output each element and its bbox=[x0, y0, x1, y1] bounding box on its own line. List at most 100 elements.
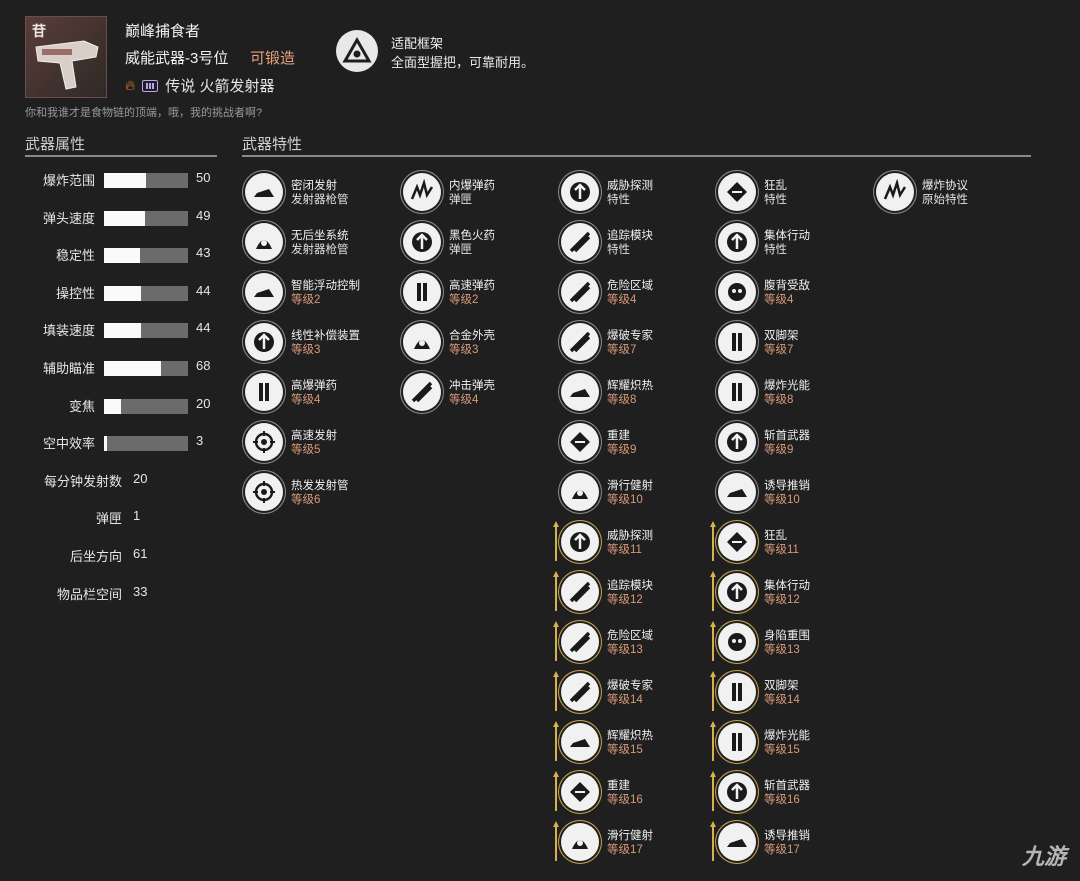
perk-item[interactable]: 爆炸光能 等级8 bbox=[718, 373, 868, 417]
perk-level: 等级10 bbox=[607, 494, 643, 506]
weapon-header: 苷 巅峰捕食者 威能武器-3号位 可锻造 🔥︎ 传说 火箭发射器 bbox=[25, 16, 625, 116]
perk-level: 等级12 bbox=[764, 594, 800, 606]
stat-row: 稳定性 43 bbox=[0, 245, 240, 265]
stats-section-title: 武器属性 bbox=[25, 136, 86, 153]
smart-drift-icon bbox=[245, 273, 283, 311]
perk-item[interactable]: 合金外壳 等级3 bbox=[403, 323, 553, 367]
perk-item[interactable]: 集体行动 等级12 bbox=[710, 571, 868, 617]
stat-bar-fill bbox=[104, 285, 141, 301]
enhanced-arrow-icon bbox=[553, 671, 559, 711]
incandescent-icon bbox=[561, 373, 599, 411]
stat-label: 弹匣 bbox=[95, 511, 122, 527]
perk-item[interactable]: 无后坐系统 发射器枪管 bbox=[245, 223, 395, 267]
stat-bar bbox=[104, 285, 188, 301]
perk-item[interactable]: 智能浮动控制 等级2 bbox=[245, 273, 395, 317]
perk-item[interactable]: 追踪模块 等级12 bbox=[553, 571, 711, 617]
stat-value: 44 bbox=[196, 320, 211, 336]
slideshot-icon bbox=[561, 473, 599, 511]
enhanced-arrow-icon bbox=[553, 621, 559, 661]
perk-item[interactable]: 狂乱 等级11 bbox=[710, 521, 868, 567]
rocket-launcher-icon bbox=[35, 40, 99, 90]
tracking-module-icon bbox=[561, 573, 599, 611]
stat-label: 空中效率 bbox=[42, 436, 95, 452]
perk-category: 特性 bbox=[764, 244, 787, 256]
perk-level: 等级4 bbox=[764, 294, 794, 306]
perk-item[interactable]: 高爆弹药 等级4 bbox=[245, 373, 395, 417]
perk-item[interactable]: 双脚架 等级7 bbox=[718, 323, 868, 367]
perk-item[interactable]: 滑行健射 等级10 bbox=[561, 473, 711, 517]
perk-category: 弹匣 bbox=[449, 194, 472, 206]
perk-item[interactable]: 爆破专家 等级7 bbox=[561, 323, 711, 367]
perk-level: 等级17 bbox=[607, 844, 643, 856]
perk-item[interactable]: 威胁探测 特性 bbox=[561, 173, 711, 217]
stat-row: 后坐方向 61 bbox=[0, 546, 240, 566]
frenzy-icon bbox=[718, 523, 756, 561]
perk-item[interactable]: 线性补偿装置 等级3 bbox=[245, 323, 395, 367]
perk-item[interactable]: 爆炸协议 原始特性 bbox=[876, 173, 1026, 217]
perk-item[interactable]: 辉耀炽热 等级8 bbox=[561, 373, 711, 417]
perk-item[interactable]: 爆炸光能 等级15 bbox=[710, 721, 868, 767]
perk-level: 等级5 bbox=[291, 444, 321, 456]
perk-item[interactable]: 集体行动 特性 bbox=[718, 223, 868, 267]
stat-value: 3 bbox=[196, 433, 204, 449]
perk-item[interactable]: 热发发射管 等级6 bbox=[245, 473, 395, 517]
hard-launch-icon bbox=[245, 473, 283, 511]
stat-value: 61 bbox=[133, 546, 148, 561]
perk-item[interactable]: 重建 等级9 bbox=[561, 423, 711, 467]
perk-item[interactable]: 辉耀炽热 等级15 bbox=[553, 721, 711, 767]
flame-icon: 🔥︎ bbox=[125, 77, 136, 93]
perk-category: 弹匣 bbox=[449, 244, 472, 256]
stat-label: 变焦 bbox=[68, 398, 95, 414]
explosive-light-icon bbox=[718, 723, 756, 761]
weapon-thumbnail[interactable]: 苷 bbox=[25, 16, 107, 98]
perk-item[interactable]: 双脚架 等级14 bbox=[710, 671, 868, 717]
perk-item[interactable]: 腹背受敌 等级4 bbox=[718, 273, 868, 317]
perk-item[interactable]: 重建 等级16 bbox=[553, 771, 711, 817]
weapon-name: 巅峰捕食者 bbox=[125, 23, 201, 40]
perk-level: 等级16 bbox=[764, 794, 800, 806]
high-explosive-icon bbox=[245, 373, 283, 411]
danger-zone-icon bbox=[561, 273, 599, 311]
surrounded-icon bbox=[718, 273, 756, 311]
weapon-slot-type: 威能武器-3号位 bbox=[125, 50, 229, 67]
perk-item[interactable]: 危险区域 等级4 bbox=[561, 273, 711, 317]
stat-label: 物品栏空间 bbox=[56, 586, 122, 602]
stat-value: 68 bbox=[196, 358, 211, 373]
sealed-launcher-icon bbox=[245, 173, 283, 211]
stat-row: 变焦 20 bbox=[0, 396, 240, 416]
enhanced-arrow-icon bbox=[553, 521, 559, 561]
stat-bar bbox=[104, 436, 188, 452]
perk-item[interactable]: 诱导推销 等级10 bbox=[718, 473, 868, 517]
stat-bar-fill bbox=[104, 398, 121, 414]
perk-item[interactable]: 高速弹药 等级2 bbox=[403, 273, 553, 317]
perk-item[interactable]: 追踪模块 特性 bbox=[561, 223, 711, 267]
perk-level: 等级4 bbox=[449, 394, 479, 406]
perk-item[interactable]: 斩首武器 等级16 bbox=[710, 771, 868, 817]
stat-value: 20 bbox=[133, 470, 148, 486]
perk-item[interactable]: 滑行健射 等级17 bbox=[553, 821, 711, 867]
perk-level: 等级6 bbox=[291, 494, 321, 506]
bait-and-switch-icon bbox=[718, 473, 756, 511]
perk-item[interactable]: 危险区域 等级13 bbox=[553, 621, 711, 667]
perk-item[interactable]: 密闭发射 发射器枪管 bbox=[245, 173, 395, 217]
perk-item[interactable]: 诱导推销 等级17 bbox=[710, 821, 868, 867]
perk-item[interactable]: 冲击弹壳 等级4 bbox=[403, 373, 553, 417]
perk-item[interactable]: 威胁探测 等级11 bbox=[553, 521, 711, 567]
stat-bar bbox=[104, 323, 188, 339]
executioner-icon bbox=[718, 423, 756, 461]
perk-level: 等级4 bbox=[291, 394, 321, 406]
perk-level: 等级9 bbox=[607, 444, 637, 456]
perk-item[interactable]: 黑色火药 弹匣 bbox=[403, 223, 553, 267]
perk-item[interactable]: 高速发射 等级5 bbox=[245, 423, 395, 467]
collective-action-icon bbox=[718, 573, 756, 611]
craftable-badge: 可锻造 bbox=[250, 50, 296, 67]
perk-item[interactable]: 爆破专家 等级14 bbox=[553, 671, 711, 717]
perk-level: 等级3 bbox=[449, 344, 479, 356]
perk-category: 发射器枪管 bbox=[291, 244, 349, 256]
stat-bar-fill bbox=[104, 210, 146, 226]
perk-item[interactable]: 内爆弹药 弹匣 bbox=[403, 173, 553, 217]
perk-item[interactable]: 身陷重围 等级13 bbox=[710, 621, 868, 667]
stat-value: 49 bbox=[196, 207, 211, 223]
perk-item[interactable]: 狂乱 特性 bbox=[718, 173, 868, 217]
perk-item[interactable]: 斩首武器 等级9 bbox=[718, 423, 868, 467]
